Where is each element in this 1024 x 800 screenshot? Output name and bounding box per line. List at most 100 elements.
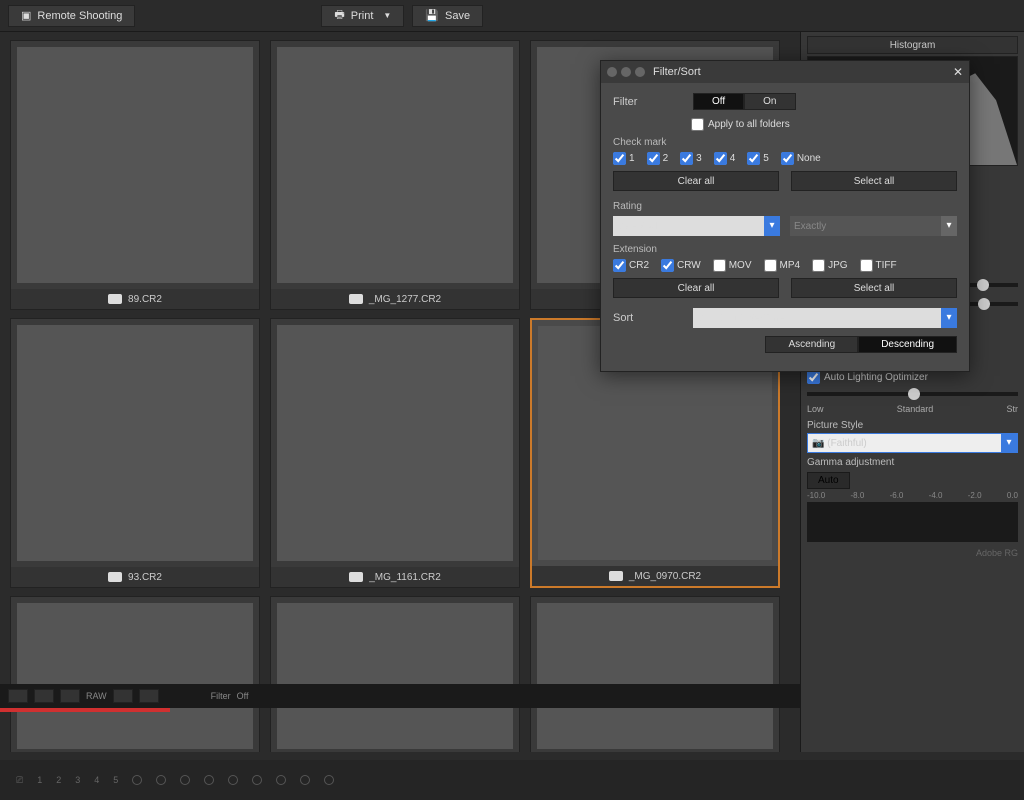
apply-all-checkbox[interactable]: Apply to all folders xyxy=(691,118,957,131)
page-2[interactable]: 2 xyxy=(56,775,61,785)
thumbnail-filename: _MG_1161.CR2 xyxy=(369,572,441,583)
checkmark-select-all-button[interactable]: Select all xyxy=(791,171,957,191)
marker-icon[interactable] xyxy=(156,775,166,785)
ext-tiff[interactable]: TIFF xyxy=(860,259,897,272)
page-1[interactable]: 1 xyxy=(37,775,42,785)
remote-shooting-label: Remote Shooting xyxy=(37,10,122,22)
dialog-title: Filter/Sort xyxy=(653,66,953,78)
auto-lighting-slider[interactable] xyxy=(807,392,1018,396)
marker-icon[interactable] xyxy=(252,775,262,785)
dialog-titlebar[interactable]: Filter/Sort ✕ xyxy=(601,61,969,83)
gamma-auto-button[interactable]: Auto xyxy=(807,472,850,489)
timeline-bar: ⎚ 1 2 3 4 5 xyxy=(0,760,1024,800)
sort-ascending[interactable]: Ascending xyxy=(765,336,858,353)
checkmark-4[interactable]: 4 xyxy=(714,152,736,165)
progress-bar xyxy=(0,708,170,712)
ext-crw[interactable]: CRW xyxy=(661,259,701,272)
thumbnail-image xyxy=(277,325,513,561)
checkmark-group: 1 2 3 4 5 None xyxy=(613,152,957,165)
thumbnail-image xyxy=(537,603,773,749)
rating-badge xyxy=(108,294,122,304)
view-mode-icon[interactable] xyxy=(8,689,28,703)
page-5[interactable]: 5 xyxy=(113,775,118,785)
rating-mode-value: Exactly xyxy=(794,221,826,232)
marker-icon[interactable] xyxy=(228,775,238,785)
print-button[interactable]: 🖶 Print ▼ xyxy=(321,5,404,27)
checkmark-clear-all-button[interactable]: Clear all xyxy=(613,171,779,191)
sort-value: Shooting Date/Time xyxy=(697,313,785,324)
checkmark-none[interactable]: None xyxy=(781,152,821,165)
window-controls[interactable] xyxy=(607,67,645,77)
scale-low: Low xyxy=(807,404,824,414)
thumbnail[interactable]: _MG_1277.CR2 xyxy=(270,40,520,310)
save-button[interactable]: 💾 Save xyxy=(412,5,483,27)
rating-badge xyxy=(349,572,363,582)
chevron-down-icon: ▾ xyxy=(941,308,957,328)
camera-icon: ▣ xyxy=(21,9,31,22)
top-toolbar: ▣ Remote Shooting 🖶 Print ▼ 💾 Save xyxy=(0,0,1024,32)
checkmark-1[interactable]: 1 xyxy=(613,152,635,165)
page-4[interactable]: 4 xyxy=(94,775,99,785)
page-3[interactable]: 3 xyxy=(75,775,80,785)
thumbnail[interactable]: 93.CR2 xyxy=(10,318,260,588)
ext-mov[interactable]: MOV xyxy=(713,259,752,272)
filter-label: Filter xyxy=(613,96,683,108)
view-mode-icon[interactable] xyxy=(34,689,54,703)
rating-badge xyxy=(349,294,363,304)
thumbnail[interactable] xyxy=(10,596,260,752)
checkmark-3[interactable]: 3 xyxy=(680,152,702,165)
rating-mode-select: Exactly ▾ xyxy=(790,216,957,236)
timeline-tool-icon[interactable]: ⎚ xyxy=(16,775,23,786)
checkmark-2[interactable]: 2 xyxy=(647,152,669,165)
thumbnail-image xyxy=(17,603,253,749)
marker-icon[interactable] xyxy=(180,775,190,785)
ext-jpg[interactable]: JPG xyxy=(812,259,847,272)
ext-cr2[interactable]: CR2 xyxy=(613,259,649,272)
thumbnail-filename: 93.CR2 xyxy=(128,572,162,583)
extension-group: CR2 CRW MOV MP4 JPG TIFF xyxy=(613,259,957,272)
marker-icon[interactable] xyxy=(204,775,214,785)
marker-icon[interactable] xyxy=(324,775,334,785)
sort-select[interactable]: Shooting Date/Time ▾ xyxy=(693,308,957,328)
ext-mp4[interactable]: MP4 xyxy=(764,259,801,272)
thumbnail-image xyxy=(17,47,253,283)
ext-select-all-button[interactable]: Select all xyxy=(791,278,957,298)
filter-sort-dialog: Filter/Sort ✕ Filter Off On Apply to all… xyxy=(600,60,970,372)
sort-descending[interactable]: Descending xyxy=(858,336,957,353)
thumbnail[interactable] xyxy=(270,596,520,752)
status-bar: RAW Filter Off xyxy=(0,684,800,708)
marker-icon[interactable] xyxy=(132,775,142,785)
thumbnail-image xyxy=(277,47,513,283)
picture-style-select[interactable]: 📷 (Faithful) ▾ xyxy=(807,433,1018,453)
sort-direction[interactable]: Ascending Descending xyxy=(765,336,957,353)
filter-off[interactable]: Off xyxy=(693,93,744,110)
view-mode-icon[interactable] xyxy=(139,689,159,703)
view-mode-icon[interactable] xyxy=(60,689,80,703)
thumbnail[interactable]: 89.CR2 xyxy=(10,40,260,310)
gamma-curve[interactable] xyxy=(807,502,1018,542)
thumbnail-image xyxy=(17,325,253,561)
remote-shooting-button[interactable]: ▣ Remote Shooting xyxy=(8,5,135,27)
raw-label: RAW xyxy=(86,691,107,701)
auto-lighting-checkbox[interactable]: Auto Lighting Optimizer xyxy=(807,371,1018,384)
ext-clear-all-button[interactable]: Clear all xyxy=(613,278,779,298)
filter-toggle[interactable]: Off On xyxy=(693,93,796,110)
thumbnail-image xyxy=(277,603,513,749)
marker-icon[interactable] xyxy=(300,775,310,785)
picture-style-value: (Faithful) xyxy=(827,438,866,449)
rating-badge xyxy=(108,572,122,582)
save-label: Save xyxy=(445,10,470,22)
checkmark-5[interactable]: 5 xyxy=(747,152,769,165)
thumbnail-filename: _MG_0970.CR2 xyxy=(629,571,701,582)
histogram-header: Histogram xyxy=(807,36,1018,54)
colorspace-label: Adobe RG xyxy=(807,548,1018,558)
close-icon[interactable]: ✕ xyxy=(953,65,963,79)
thumbnail[interactable]: _MG_1161.CR2 xyxy=(270,318,520,588)
rating-badge xyxy=(609,571,623,581)
filter-on[interactable]: On xyxy=(744,93,795,110)
marker-icon[interactable] xyxy=(276,775,286,785)
thumbnail[interactable] xyxy=(530,596,780,752)
rating-select[interactable]: Select All ▾ xyxy=(613,216,780,236)
extension-label: Extension xyxy=(613,244,957,255)
view-mode-icon[interactable] xyxy=(113,689,133,703)
